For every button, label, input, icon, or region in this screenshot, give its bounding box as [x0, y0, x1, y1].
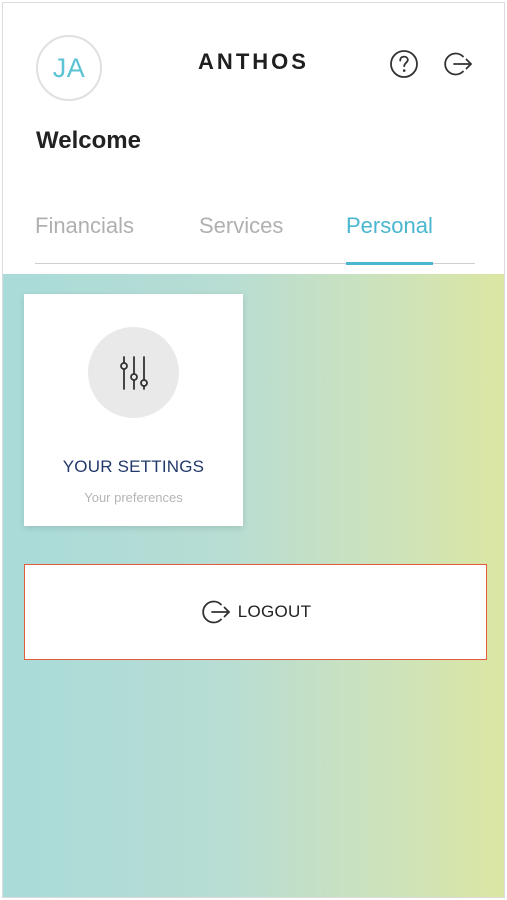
tab-financials[interactable]: Financials	[35, 208, 134, 264]
header: JA ANTHOS Welcome Financials Services Pe…	[3, 3, 504, 274]
sliders-icon	[119, 355, 148, 390]
content-area: YOUR SETTINGS Your preferences LOGOUT	[3, 274, 504, 897]
tab-personal[interactable]: Personal	[346, 208, 433, 265]
header-logout-button[interactable]	[442, 48, 474, 80]
settings-card-subtitle: Your preferences	[84, 490, 183, 505]
tab-bar: Financials Services Personal	[35, 208, 475, 265]
settings-card[interactable]: YOUR SETTINGS Your preferences	[24, 294, 243, 526]
logout-arrow-icon	[202, 600, 230, 624]
settings-icon-circle	[88, 327, 179, 418]
app-frame: JA ANTHOS Welcome Financials Services Pe…	[2, 2, 505, 898]
logout-arrow-icon	[444, 52, 472, 76]
logout-button[interactable]: LOGOUT	[24, 564, 487, 660]
tab-services[interactable]: Services	[199, 208, 283, 264]
help-button[interactable]	[388, 48, 420, 80]
welcome-heading: Welcome	[36, 127, 141, 154]
settings-card-title: YOUR SETTINGS	[62, 457, 205, 476]
question-circle-icon	[390, 50, 418, 78]
logout-label: LOGOUT	[237, 602, 312, 621]
brand-logo: ANTHOS	[198, 49, 309, 74]
